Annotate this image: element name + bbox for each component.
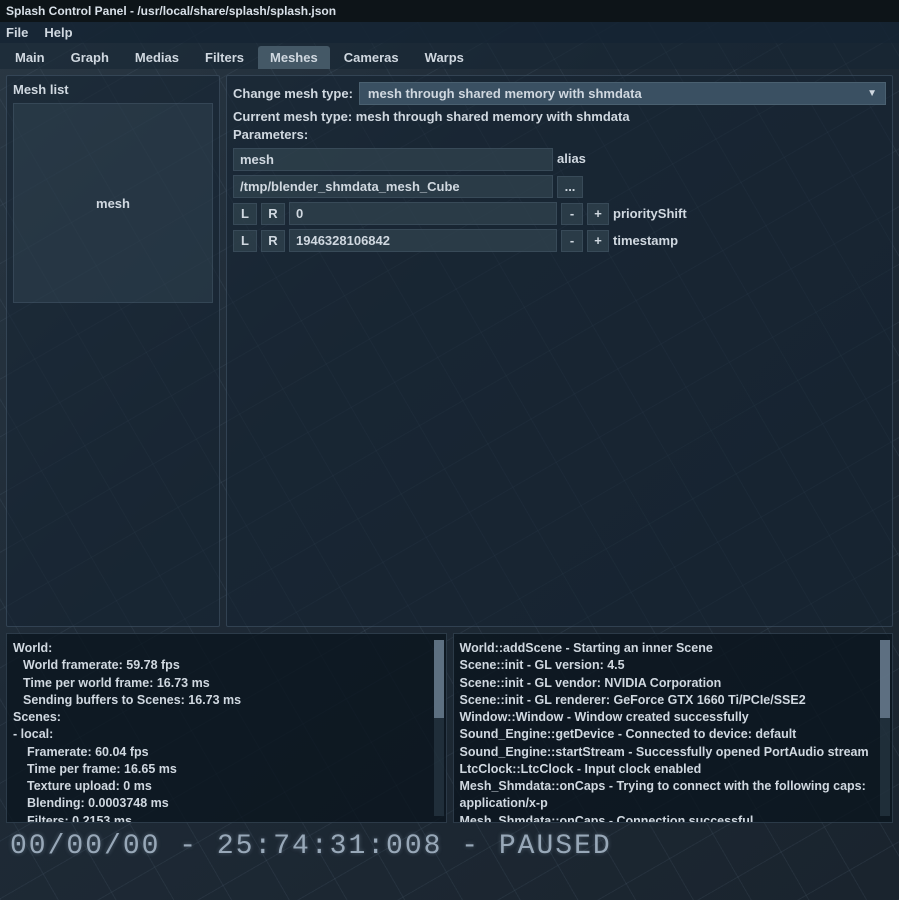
tab-graph[interactable]: Graph <box>59 46 121 69</box>
priorityshift-l-button[interactable]: L <box>233 203 257 225</box>
mesh-path-input[interactable]: /tmp/blender_shmdata_mesh_Cube <box>233 175 553 198</box>
stats-panel: World:World framerate: 59.78 fpsTime per… <box>6 633 447 823</box>
stats-line: Filters: 0.2153 ms <box>13 813 440 824</box>
tab-cameras[interactable]: Cameras <box>332 46 411 69</box>
mesh-name-field[interactable]: mesh <box>233 148 553 171</box>
timestamp-r-button[interactable]: R <box>261 230 285 252</box>
priorityshift-input[interactable]: 0 <box>289 202 557 225</box>
tab-filters[interactable]: Filters <box>193 46 256 69</box>
stats-line: Blending: 0.0003748 ms <box>13 795 440 812</box>
log-line: Scene::init - GL vendor: NVIDIA Corporat… <box>460 675 887 692</box>
stats-line: Sending buffers to Scenes: 16.73 ms <box>13 692 440 709</box>
priorityshift-minus-button[interactable]: - <box>561 203 583 225</box>
log-line: Window::Window - Window created successf… <box>460 709 887 726</box>
log-line: Scene::init - GL renderer: GeForce GTX 1… <box>460 692 887 709</box>
timestamp-plus-button[interactable]: + <box>587 230 609 252</box>
log-line: Sound_Engine::startStream - Successfully… <box>460 744 887 761</box>
log-line: Mesh_Shmdata::onCaps - Trying to connect… <box>460 778 887 813</box>
log-line: Scene::init - GL version: 4.5 <box>460 657 887 674</box>
mesh-list-item[interactable]: mesh <box>96 196 130 211</box>
priorityshift-plus-button[interactable]: + <box>587 203 609 225</box>
mesh-list-title: Mesh list <box>13 82 213 97</box>
tab-medias[interactable]: Medias <box>123 46 191 69</box>
tab-meshes[interactable]: Meshes <box>258 46 330 69</box>
timestamp-input[interactable]: 1946328106842 <box>289 229 557 252</box>
current-mesh-type: Current mesh type: mesh through shared m… <box>233 109 886 124</box>
scrollbar[interactable] <box>880 640 890 816</box>
window-title: Splash Control Panel - /usr/local/share/… <box>0 0 899 22</box>
stats-line: Texture upload: 0 ms <box>13 778 440 795</box>
stats-line: World: <box>13 640 440 657</box>
menubar: File Help <box>0 22 899 43</box>
chevron-down-icon: ▼ <box>867 88 877 99</box>
mesh-list[interactable]: mesh <box>13 103 213 303</box>
priorityshift-label: priorityShift <box>613 206 687 221</box>
timestamp-minus-button[interactable]: - <box>561 230 583 252</box>
timecode-display: 00/00/00 - 25:74:31:008 - PAUSED <box>0 829 899 868</box>
stats-line: - local: <box>13 726 440 743</box>
stats-line: Time per world frame: 16.73 ms <box>13 675 440 692</box>
log-line: LtcClock::LtcClock - Input clock enabled <box>460 761 887 778</box>
stats-line: Time per frame: 16.65 ms <box>13 761 440 778</box>
stats-line: Framerate: 60.04 fps <box>13 744 440 761</box>
mesh-type-select[interactable]: mesh through shared memory with shmdata … <box>359 82 886 105</box>
log-line: Mesh_Shmdata::onCaps - Connection succes… <box>460 813 887 824</box>
menu-help[interactable]: Help <box>44 25 72 40</box>
log-line: Sound_Engine::getDevice - Connected to d… <box>460 726 887 743</box>
stats-line: World framerate: 59.78 fps <box>13 657 440 674</box>
change-mesh-type-label: Change mesh type: <box>233 86 353 101</box>
tabbar: Main Graph Medias Filters Meshes Cameras… <box>0 43 899 69</box>
mesh-type-value: mesh through shared memory with shmdata <box>368 86 642 101</box>
mesh-properties-panel: Change mesh type: mesh through shared me… <box>226 75 893 627</box>
timestamp-label: timestamp <box>613 233 678 248</box>
log-panel: World::addScene - Starting an inner Scen… <box>453 633 894 823</box>
tab-main[interactable]: Main <box>3 46 57 69</box>
mesh-list-panel: Mesh list mesh <box>6 75 220 627</box>
browse-button[interactable]: ... <box>557 176 583 198</box>
tab-warps[interactable]: Warps <box>413 46 476 69</box>
menu-file[interactable]: File <box>6 25 28 40</box>
timestamp-l-button[interactable]: L <box>233 230 257 252</box>
parameters-label: Parameters: <box>233 127 886 142</box>
log-line: World::addScene - Starting an inner Scen… <box>460 640 887 657</box>
stats-line: Scenes: <box>13 709 440 726</box>
alias-label: alias <box>557 148 586 171</box>
priorityshift-r-button[interactable]: R <box>261 203 285 225</box>
scrollbar[interactable] <box>434 640 444 816</box>
